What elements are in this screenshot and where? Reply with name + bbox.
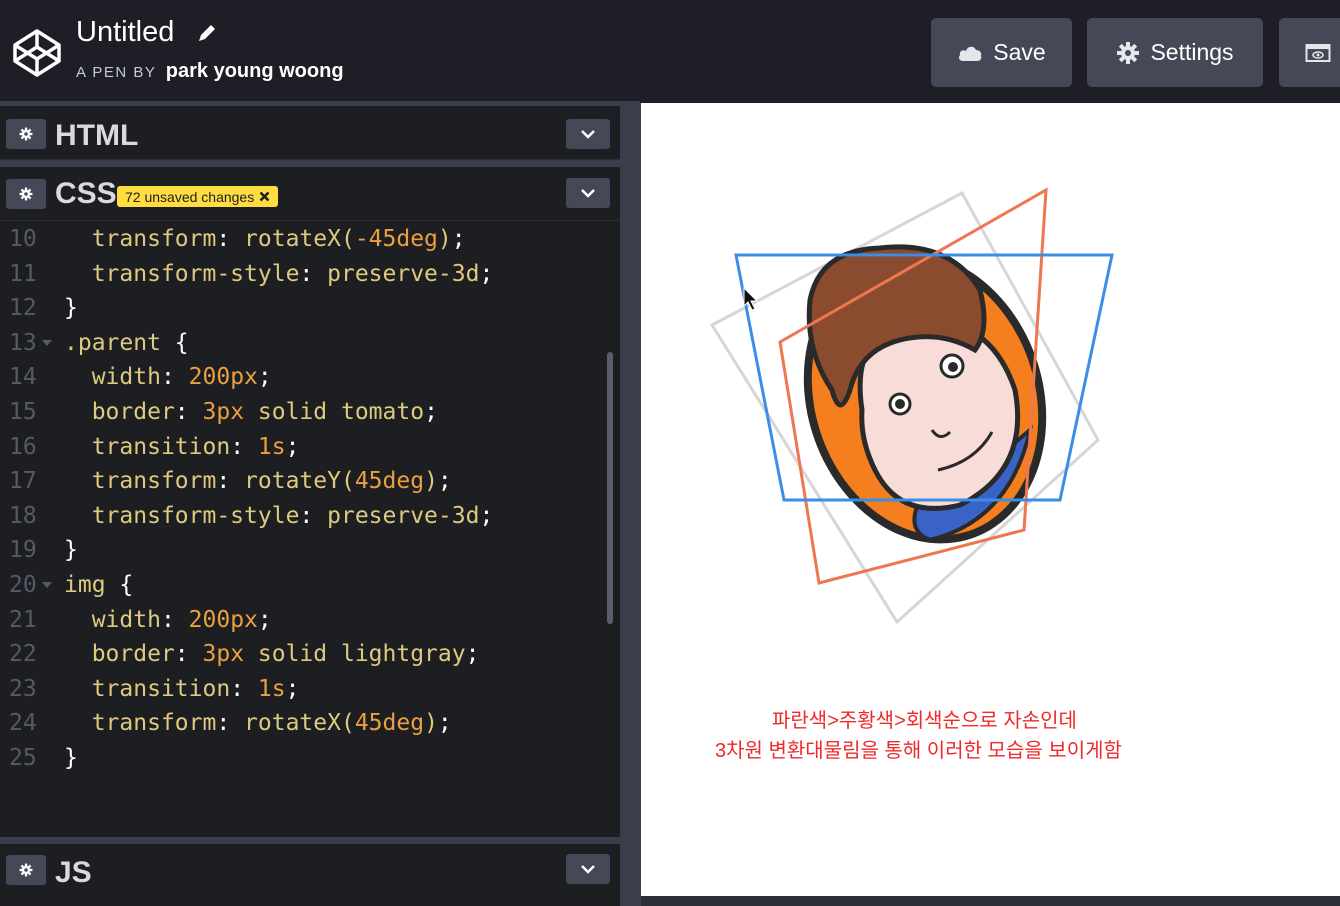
line-number: 10 [9, 226, 37, 252]
line-number: 11 [9, 260, 37, 287]
code-text: } [64, 537, 78, 564]
code-text: transform-style: preserve-3d; [91, 260, 494, 287]
line-number: 16 [9, 433, 37, 460]
header: Untitled A PEN BY park young woong Save … [0, 0, 1340, 103]
code-line[interactable]: 15 border: 3px solid tomato; [0, 395, 605, 430]
code-line[interactable]: 21 width: 200px; [0, 603, 605, 638]
code-scrollbar[interactable] [607, 352, 613, 624]
gear-icon [19, 127, 33, 141]
line-number: 25 [9, 744, 37, 771]
code-text: transform: rotateX(-45deg); [91, 226, 466, 252]
resize-divider[interactable] [620, 103, 641, 906]
html-settings-button[interactable] [6, 119, 46, 149]
line-number: 24 [9, 710, 37, 737]
line-number: 21 [9, 606, 37, 633]
line-number: 14 [9, 364, 37, 391]
code-line[interactable]: 20 img { [0, 568, 605, 603]
byline: A PEN BY park young woong [76, 60, 344, 83]
css-code-area[interactable]: 10 transform: rotateX(-45deg); 11 transfo… [0, 222, 605, 837]
fold-arrow-icon[interactable] [42, 339, 52, 346]
settings-button[interactable]: Settings [1087, 18, 1263, 87]
html-panel-header[interactable]: HTML [0, 106, 620, 160]
preview-pane: 파란색>주황색>회색순으로 자손인데 3차원 변환대물림을 통해 이러한 모습을… [641, 103, 1340, 896]
code-line[interactable]: 11 transform-style: preserve-3d; [0, 257, 605, 292]
code-text: transition: 1s; [91, 433, 300, 460]
chevron-down-icon [581, 865, 595, 874]
js-settings-button[interactable] [6, 855, 46, 885]
pen-title[interactable]: Untitled [76, 16, 174, 49]
line-number: 23 [9, 675, 37, 702]
code-text: transition: 1s; [91, 675, 300, 702]
code-line[interactable]: 19} [0, 533, 605, 568]
code-line[interactable]: 23 transition: 1s; [0, 672, 605, 707]
css-collapse-button[interactable] [566, 178, 610, 208]
annotation-line-2: 3차원 변환대물림을 통해 이러한 모습을 보이게함 [715, 740, 1122, 762]
code-line[interactable]: 16 transition: 1s; [0, 430, 605, 465]
avatar-image [803, 244, 1047, 544]
js-panel-title: JS [55, 856, 92, 889]
code-line[interactable]: 10 transform: rotateX(-45deg); [0, 222, 605, 257]
code-line[interactable]: 17 transform: rotateY(45deg); [0, 464, 605, 499]
js-collapse-button[interactable] [566, 854, 610, 884]
code-text: transform: rotateY(45deg); [91, 468, 452, 495]
html-collapse-button[interactable] [566, 119, 610, 149]
code-text: } [64, 295, 78, 322]
annotation-line-1: 파란색>주황색>회색순으로 자손인데 [772, 710, 1077, 732]
save-label: Save [993, 39, 1046, 65]
fold-arrow-icon[interactable] [42, 581, 52, 588]
close-icon[interactable] [259, 191, 270, 202]
code-line[interactable]: 13 .parent { [0, 326, 605, 361]
code-line[interactable]: 18 transform-style: preserve-3d; [0, 499, 605, 534]
codepen-logo-icon[interactable] [12, 28, 62, 78]
save-button[interactable]: Save [931, 18, 1072, 87]
html-panel-title: HTML [55, 119, 139, 152]
change-view-button[interactable] [1279, 18, 1340, 87]
gear-icon [19, 187, 33, 201]
author-name[interactable]: park young woong [166, 60, 344, 82]
line-number: 18 [9, 502, 37, 529]
code-text: width: 200px; [91, 364, 272, 391]
settings-label: Settings [1150, 39, 1234, 65]
cloud-icon [959, 46, 982, 61]
code-text: .parent { [64, 329, 189, 356]
preview-canvas [709, 187, 1114, 625]
code-text: border: 3px solid lightgray; [91, 641, 480, 668]
line-number: 17 [9, 468, 37, 495]
code-text: transform: rotateX(45deg); [91, 710, 452, 737]
unsaved-changes-text: 72 unsaved changes [125, 188, 255, 205]
chevron-down-icon [581, 130, 595, 139]
line-number: 22 [9, 641, 37, 668]
code-line[interactable]: 24 transform: rotateX(45deg); [0, 706, 605, 741]
css-settings-button[interactable] [6, 179, 46, 209]
pencil-icon[interactable] [196, 22, 218, 44]
line-number: 12 [9, 295, 37, 322]
css-panel-header[interactable]: CSS [0, 167, 620, 221]
code-line[interactable]: 14 width: 200px; [0, 360, 605, 395]
gear-icon [19, 863, 33, 877]
preview-bottom-bar [641, 896, 1340, 906]
code-line[interactable]: 25} [0, 741, 605, 776]
code-text: width: 200px; [91, 606, 272, 633]
byline-prefix: A PEN BY [76, 64, 157, 81]
line-number: 19 [9, 537, 37, 564]
line-number: 15 [9, 398, 37, 425]
js-panel-header[interactable]: JS [0, 844, 620, 906]
chevron-down-icon [581, 189, 595, 198]
layout-icon [1305, 43, 1331, 62]
gear-icon [1117, 41, 1140, 64]
code-text: img { [64, 571, 134, 598]
panel-divider[interactable] [0, 160, 620, 167]
code-line[interactable]: 22 border: 3px solid lightgray; [0, 637, 605, 672]
unsaved-changes-badge[interactable]: 72 unsaved changes [117, 186, 279, 207]
code-line[interactable]: 12} [0, 291, 605, 326]
code-text: border: 3px solid tomato; [91, 398, 438, 425]
code-text: transform-style: preserve-3d; [91, 502, 494, 529]
css-panel-title: CSS [55, 177, 117, 210]
code-text: } [64, 744, 78, 771]
panel-divider[interactable] [0, 837, 620, 844]
